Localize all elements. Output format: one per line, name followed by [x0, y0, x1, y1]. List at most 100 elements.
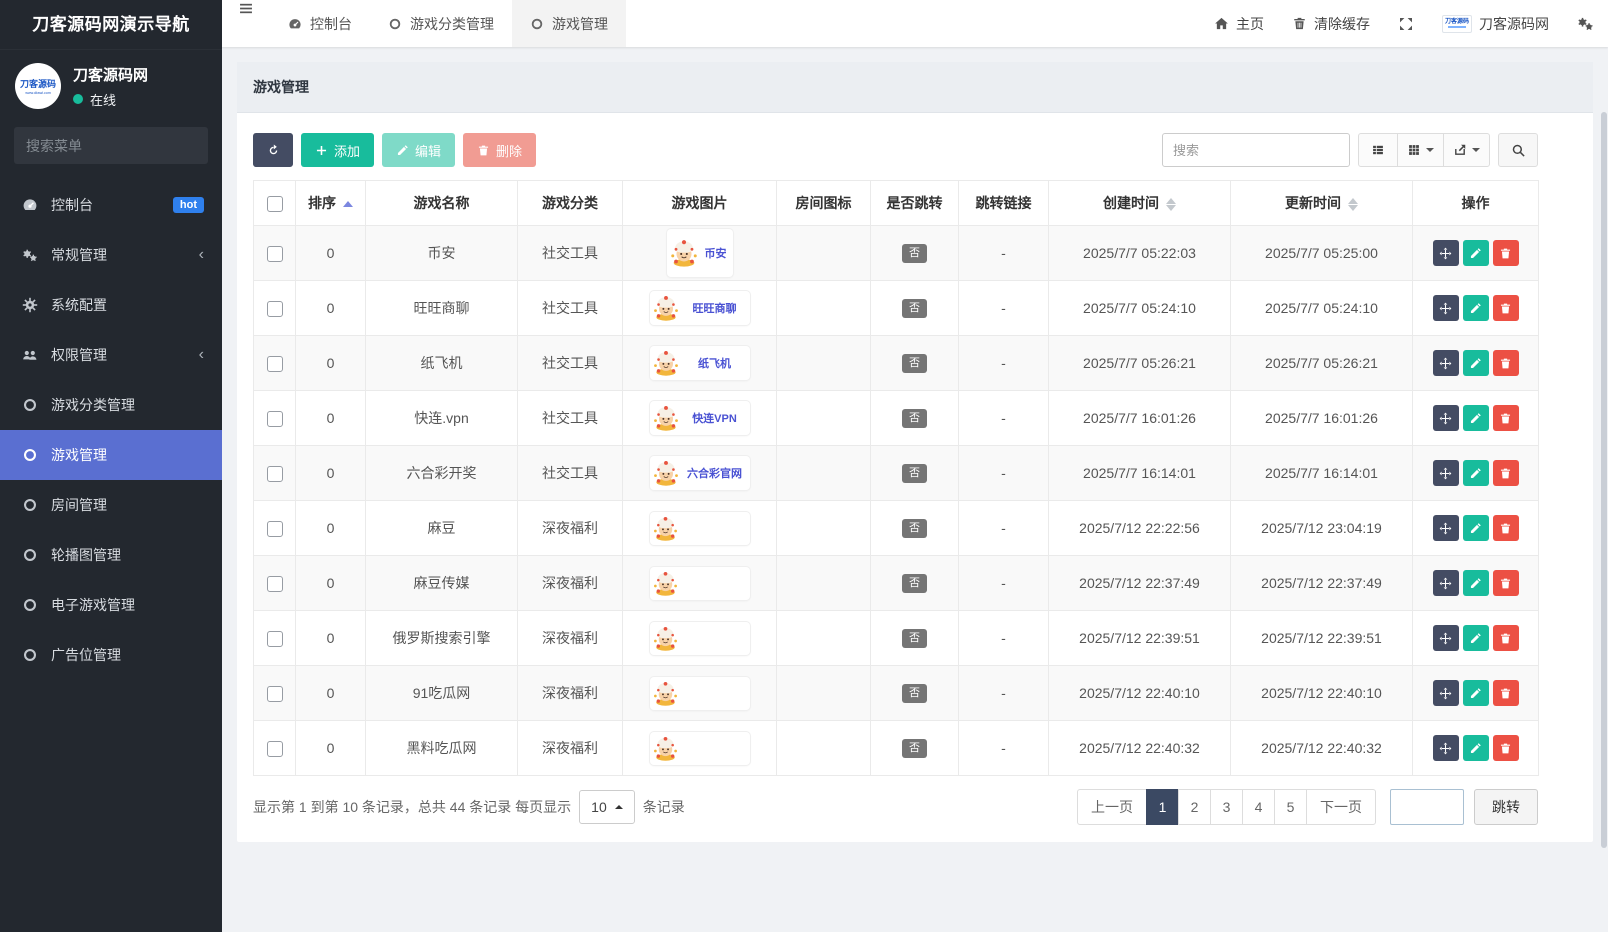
row-drag-button[interactable]	[1433, 570, 1459, 596]
row-delete-button[interactable]	[1493, 515, 1519, 541]
row-edit-button[interactable]	[1463, 625, 1489, 651]
column-header-排序[interactable]: 排序	[296, 181, 366, 226]
row-edit-button[interactable]	[1463, 405, 1489, 431]
row-drag-button[interactable]	[1433, 295, 1459, 321]
table-search-input[interactable]	[1162, 133, 1350, 167]
clear-cache-link[interactable]: 清除缓存	[1278, 0, 1384, 47]
sidebar-item-轮播图管理[interactable]: 轮播图管理	[0, 530, 222, 580]
row-delete-button[interactable]	[1493, 295, 1519, 321]
sidebar-item-广告位管理[interactable]: 广告位管理	[0, 630, 222, 680]
game-image[interactable]: 币安	[667, 229, 733, 277]
table-row: 0俄罗斯搜索引擎深夜福利否-2025/7/12 22:39:512025/7/1…	[254, 611, 1539, 666]
edit-button[interactable]: 编辑	[382, 133, 455, 167]
game-image[interactable]: 快连VPN	[650, 401, 750, 435]
row-checkbox[interactable]	[267, 576, 283, 592]
row-checkbox[interactable]	[267, 631, 283, 647]
jump-status-badge: 否	[902, 519, 927, 538]
row-edit-button[interactable]	[1463, 350, 1489, 376]
row-checkbox[interactable]	[267, 356, 283, 372]
tab-游戏管理[interactable]: 游戏管理	[512, 0, 626, 47]
row-drag-button[interactable]	[1433, 625, 1459, 651]
row-checkbox[interactable]	[267, 411, 283, 427]
page-button-5[interactable]: 5	[1274, 789, 1307, 825]
prev-page-button[interactable]: 上一页	[1077, 789, 1147, 825]
refresh-button[interactable]	[253, 133, 293, 167]
sidebar-item-电子游戏管理[interactable]: 电子游戏管理	[0, 580, 222, 630]
page-button-3[interactable]: 3	[1210, 789, 1243, 825]
row-delete-button[interactable]	[1493, 735, 1519, 761]
table-row: 0六合彩开奖社交工具六合彩官网否-2025/7/7 16:14:012025/7…	[254, 446, 1539, 501]
row-edit-button[interactable]	[1463, 735, 1489, 761]
row-edit-button[interactable]	[1463, 570, 1489, 596]
site-home-link[interactable]: 刀客源码 刀客源码网	[1428, 0, 1563, 47]
row-drag-button[interactable]	[1433, 735, 1459, 761]
game-image[interactable]	[650, 677, 750, 710]
row-delete-button[interactable]	[1493, 625, 1519, 651]
game-image[interactable]: 纸飞机	[650, 346, 750, 380]
sidebar-item-系统配置[interactable]: 系统配置	[0, 280, 222, 330]
row-drag-button[interactable]	[1433, 350, 1459, 376]
row-checkbox[interactable]	[267, 466, 283, 482]
table-row: 0币安社交工具币安否-2025/7/7 05:22:032025/7/7 05:…	[254, 226, 1539, 281]
sidebar-item-权限管理[interactable]: 权限管理‹	[0, 330, 222, 380]
select-all-checkbox[interactable]	[267, 196, 283, 212]
row-delete-button[interactable]	[1493, 570, 1519, 596]
row-edit-button[interactable]	[1463, 680, 1489, 706]
row-delete-button[interactable]	[1493, 405, 1519, 431]
game-image[interactable]	[650, 512, 750, 545]
row-checkbox[interactable]	[267, 521, 283, 537]
row-drag-button[interactable]	[1433, 460, 1459, 486]
row-drag-button[interactable]	[1433, 515, 1459, 541]
page-size-dropdown[interactable]: 10	[579, 790, 635, 824]
sidebar-item-房间管理[interactable]: 房间管理	[0, 480, 222, 530]
row-drag-button[interactable]	[1433, 680, 1459, 706]
row-delete-button[interactable]	[1493, 460, 1519, 486]
row-checkbox[interactable]	[267, 741, 283, 757]
column-header-创建时间[interactable]: 创建时间	[1049, 181, 1231, 226]
add-button[interactable]: 添加	[301, 133, 374, 167]
game-image[interactable]	[650, 567, 750, 600]
detail-view-button[interactable]	[1358, 133, 1398, 167]
sidebar-item-游戏分类管理[interactable]: 游戏分类管理	[0, 380, 222, 430]
fullscreen-button[interactable]	[1384, 0, 1428, 47]
row-delete-button[interactable]	[1493, 350, 1519, 376]
delete-button[interactable]: 删除	[463, 133, 536, 167]
page-jump-button[interactable]: 跳转	[1474, 789, 1538, 825]
row-checkbox[interactable]	[267, 301, 283, 317]
row-drag-button[interactable]	[1433, 240, 1459, 266]
caret-down-icon	[1426, 148, 1434, 152]
tab-游戏分类管理[interactable]: 游戏分类管理	[370, 0, 512, 47]
row-delete-button[interactable]	[1493, 240, 1519, 266]
game-image[interactable]	[650, 622, 750, 655]
row-edit-button[interactable]	[1463, 460, 1489, 486]
settings-button[interactable]	[1563, 0, 1608, 47]
row-edit-button[interactable]	[1463, 295, 1489, 321]
row-checkbox[interactable]	[267, 686, 283, 702]
page-button-2[interactable]: 2	[1178, 789, 1211, 825]
hamburger-menu-icon[interactable]	[222, 0, 270, 17]
columns-button[interactable]	[1397, 133, 1444, 167]
next-page-button[interactable]: 下一页	[1306, 789, 1376, 825]
row-delete-button[interactable]	[1493, 680, 1519, 706]
home-link[interactable]: 主页	[1200, 0, 1278, 47]
game-category-cell: 深夜福利	[518, 611, 623, 666]
game-image[interactable]: 六合彩官网	[650, 456, 750, 490]
row-checkbox[interactable]	[267, 246, 283, 262]
game-image[interactable]: 旺旺商聊	[650, 291, 750, 325]
sidebar-item-控制台[interactable]: 控制台hot	[0, 180, 222, 230]
search-button[interactable]	[1498, 133, 1538, 167]
sidebar-item-常规管理[interactable]: 常规管理‹	[0, 230, 222, 280]
page-button-1[interactable]: 1	[1146, 789, 1179, 825]
page-jump-input[interactable]	[1390, 789, 1464, 825]
column-header-更新时间[interactable]: 更新时间	[1231, 181, 1413, 226]
row-edit-button[interactable]	[1463, 515, 1489, 541]
tab-控制台[interactable]: 控制台	[270, 0, 370, 47]
game-image[interactable]	[650, 732, 750, 765]
export-button[interactable]	[1443, 133, 1490, 167]
scrollbar[interactable]	[1601, 112, 1607, 848]
page-button-4[interactable]: 4	[1242, 789, 1275, 825]
sidebar-search-input[interactable]	[26, 138, 207, 154]
row-drag-button[interactable]	[1433, 405, 1459, 431]
sidebar-item-游戏管理[interactable]: 游戏管理	[0, 430, 222, 480]
row-edit-button[interactable]	[1463, 240, 1489, 266]
